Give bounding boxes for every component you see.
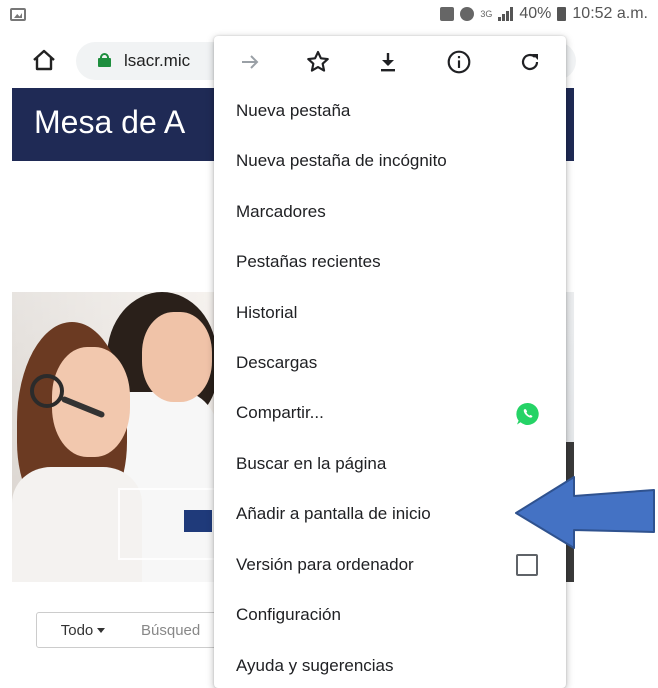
search-scope-label: Todo bbox=[60, 621, 94, 639]
caret-down-icon bbox=[97, 627, 106, 633]
forward-button[interactable] bbox=[236, 48, 264, 76]
reload-icon bbox=[521, 53, 539, 71]
menu-item-find-in-page[interactable]: Buscar en la página bbox=[236, 449, 386, 479]
page-info-button[interactable] bbox=[445, 48, 473, 76]
url-text: lsacr.mic bbox=[124, 51, 191, 70]
desktop-site-checkbox[interactable] bbox=[516, 554, 538, 576]
battery-percent: 40% bbox=[519, 5, 552, 22]
menu-item-downloads[interactable]: Descargas bbox=[236, 348, 317, 378]
menu-item-bookmarks[interactable]: Marcadores bbox=[236, 197, 326, 227]
download-button[interactable] bbox=[374, 48, 402, 76]
menu-item-new-tab[interactable]: Nueva pestaña bbox=[236, 96, 350, 126]
menu-item-history[interactable]: Historial bbox=[236, 298, 297, 328]
menu-item-desktop-site[interactable]: Versión para ordenador bbox=[236, 550, 414, 580]
signal-icon bbox=[498, 7, 514, 21]
whatsapp-icon bbox=[514, 400, 542, 428]
home-icon bbox=[33, 49, 55, 71]
menu-icon-row bbox=[214, 36, 566, 88]
home-button[interactable] bbox=[30, 46, 58, 74]
menu-item-add-to-home-screen[interactable]: Añadir a pantalla de inicio bbox=[236, 499, 431, 529]
status-bar: 3G 40% 10:52 a.m. bbox=[0, 0, 658, 34]
menu-item-recent-tabs[interactable]: Pestañas recientes bbox=[236, 247, 381, 277]
lock-icon bbox=[98, 53, 111, 67]
search-scope-dropdown[interactable]: Todo bbox=[36, 612, 130, 648]
screenshot-icon bbox=[440, 7, 455, 21]
bookmark-button[interactable] bbox=[304, 48, 332, 76]
site-title: Mesa de A bbox=[34, 104, 186, 140]
star-icon bbox=[307, 50, 329, 72]
menu-item-help-feedback[interactable]: Ayuda y sugerencias bbox=[236, 651, 394, 681]
alarm-icon bbox=[460, 7, 475, 21]
reload-button[interactable] bbox=[516, 48, 544, 76]
battery-icon bbox=[557, 7, 567, 21]
clock: 10:52 a.m. bbox=[572, 5, 648, 22]
headset-icon bbox=[30, 374, 64, 408]
gallery-notification-icon bbox=[10, 8, 26, 21]
download-icon bbox=[381, 53, 395, 72]
forward-arrow-icon bbox=[242, 55, 259, 69]
info-icon bbox=[447, 50, 471, 74]
browser-overflow-menu: Nueva pestaña Nueva pestaña de incógnito… bbox=[214, 36, 566, 688]
network-type: 3G bbox=[480, 8, 493, 19]
site-logo bbox=[184, 510, 212, 532]
annotation-arrow-icon bbox=[515, 476, 655, 549]
status-icons: 3G 40% 10:52 a.m. bbox=[440, 5, 648, 23]
menu-item-share[interactable]: Compartir... bbox=[236, 398, 324, 428]
menu-item-new-incognito-tab[interactable]: Nueva pestaña de incógnito bbox=[236, 146, 447, 176]
menu-item-settings[interactable]: Configuración bbox=[236, 600, 341, 630]
